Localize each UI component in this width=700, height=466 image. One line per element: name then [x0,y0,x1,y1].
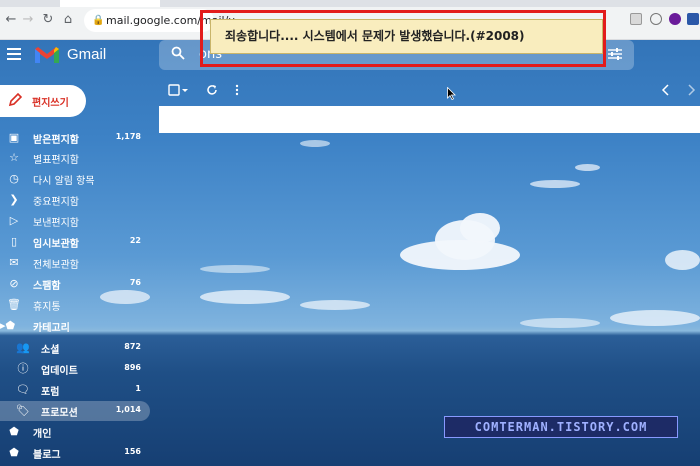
cloud [530,180,580,188]
cloud [520,318,600,328]
sidebar-item-updates[interactable]: ⓘ 업데이트 896 [0,359,150,379]
search-options-icon[interactable] [608,48,622,60]
label-icon: ⬟ [9,446,19,459]
promotions-count: 1,014 [115,405,141,414]
mail-toolbar [159,80,700,102]
sidebar-item-label: 중요편지함 [33,197,79,208]
sidebar-item-label: 전체보관함 [33,260,79,271]
message-list-area [159,106,700,133]
forums-count: 1 [135,384,141,393]
unread-count: 1,178 [115,132,141,141]
compose-label: 편지쓰기 [32,98,69,109]
people-icon: 👥 [16,341,30,354]
sidebar-item-label: 프로모션 [41,408,78,419]
sidebar-item-label: 스팸함 [33,281,61,292]
sidebar-item-label: 업데이트 [41,366,78,377]
back-icon[interactable]: ← [4,13,18,27]
cloud [200,265,270,273]
sidebar-item-label: 별표편지함 [33,155,79,166]
globe-icon[interactable] [650,13,662,25]
sidebar-item-label: 소셜 [41,345,60,356]
tag-icon: 🏷 [16,404,30,417]
cloud [300,140,330,147]
sidebar-item-label: 포럼 [41,387,60,398]
error-message: 죄송합니다.... 시스템에서 문제가 발생했습니다.(#2008) [210,19,603,54]
mail-icon: ✉ [9,256,19,269]
sidebar-item-label: 보낸편지함 [33,218,79,229]
cloud [575,164,600,171]
lock-icon: 🔒 [92,15,105,26]
search-icon[interactable] [171,46,185,60]
spam-count: 76 [129,278,141,287]
cloud [200,290,290,304]
forum-icon: 🗨 [16,383,30,396]
address-bar[interactable]: 🔒 mail.google.com/mail/u [84,9,235,32]
sidebar-item-starred[interactable]: ☆ 별표편지함 [0,148,150,168]
sidebar-item-promotions[interactable]: 🏷 프로모션 1,014 [0,401,150,421]
trash-icon: 🗑 [7,298,21,311]
draft-icon: ▯ [10,235,18,248]
sidebar-item-inbox[interactable]: ▣ 받은편지함 1,178 [0,128,150,148]
cloud [610,310,700,326]
sidebar-item-label: 카테고리 [33,323,70,334]
important-icon: ❯ [9,193,19,206]
sidebar-item-sent[interactable]: ▷ 보낸편지함 [0,211,150,231]
main-menu-icon[interactable] [7,48,21,60]
star-icon: ☆ [9,151,19,164]
more-options-icon[interactable] [234,84,240,96]
gmail-wordmark: Gmail [67,46,107,63]
send-icon: ▷ [9,214,19,227]
spam-icon: ⊘ [9,277,19,290]
sidebar-item-label: 개인 [33,429,52,440]
reload-icon[interactable]: ↻ [41,13,55,27]
tab-strip [0,0,700,7]
gmail-logo-icon [35,47,59,63]
mouse-cursor-icon [447,87,456,100]
extension-badge-icon[interactable] [687,13,699,25]
sidebar-item-snoozed[interactable]: ◷ 다시 알림 항목 [0,169,150,189]
chevron-right-icon[interactable] [686,84,696,96]
blog-count: 156 [124,447,141,456]
sidebar-item-label: 임시보관함 [33,239,79,250]
info-icon: ⓘ [17,362,29,375]
sidebar-item-drafts[interactable]: ▯ 임시보관함 22 [0,232,150,252]
error-highlight-box: 죄송합니다.... 시스템에서 문제가 발생했습니다.(#2008) [200,10,606,67]
profile-icon[interactable] [669,13,681,25]
extension-icon[interactable] [630,13,642,25]
label-icon: ▸⬟ [0,319,16,332]
clock-icon: ◷ [9,172,19,185]
chevron-down-icon[interactable] [181,84,189,96]
label-icon: ⬟ [9,425,19,438]
watermark: COMTERMAN.TISTORY.COM [444,416,678,438]
sidebar-item-personal[interactable]: ⬟ 개인 [0,422,150,442]
cloud [665,250,700,270]
chevron-left-icon[interactable] [661,84,671,96]
pencil-icon [8,93,22,107]
cloud [460,213,500,243]
sidebar-item-spam[interactable]: ⊘ 스팸함 76 [0,274,150,294]
select-checkbox-icon[interactable] [168,84,180,96]
inbox-icon: ▣ [8,131,20,144]
sidebar-item-all-mail[interactable]: ✉ 전체보관함 [0,253,150,273]
sidebar-item-social[interactable]: 👥 소셜 872 [0,338,150,358]
sidebar-item-label: 받은편지함 [33,135,79,146]
forward-icon[interactable]: → [21,13,35,27]
social-count: 872 [124,342,141,351]
refresh-icon[interactable] [206,84,218,96]
sidebar-item-label: 블로그 [33,450,61,461]
sidebar-item-important[interactable]: ❯ 중요편지함 [0,190,150,210]
home-icon[interactable]: ⌂ [61,13,75,27]
cloud [300,300,370,310]
updates-count: 896 [124,363,141,372]
sidebar-item-blog[interactable]: ⬟ 블로그 156 [0,443,150,463]
sidebar-item-label: 휴지통 [33,302,61,313]
sidebar-item-label: 다시 알림 항목 [33,176,95,187]
draft-count: 22 [129,236,141,245]
browser-tab[interactable] [60,0,160,7]
sidebar-item-trash[interactable]: 🗑 휴지통 [0,295,150,315]
sidebar-item-categories[interactable]: ▸⬟ 카테고리 [0,316,150,336]
sidebar-item-forums[interactable]: 🗨 포럼 1 [0,380,150,400]
compose-button[interactable]: 편지쓰기 [0,85,86,117]
